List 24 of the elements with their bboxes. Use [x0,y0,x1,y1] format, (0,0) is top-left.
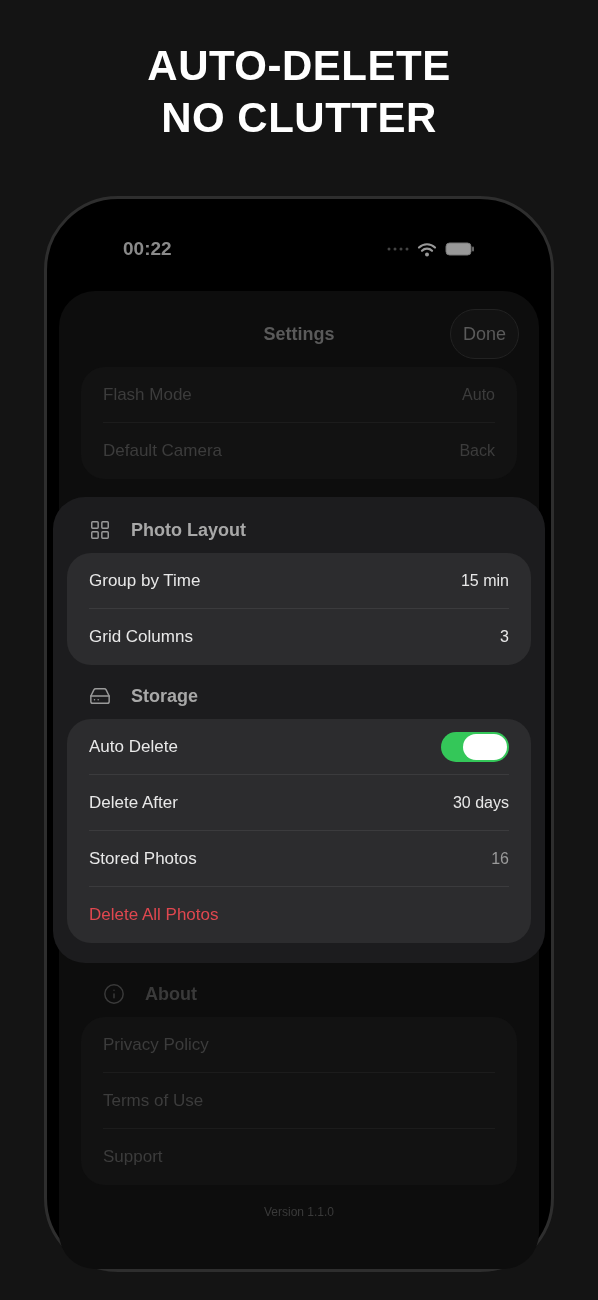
battery-icon [445,242,475,256]
done-button[interactable]: Done [449,309,519,359]
signal-icon [387,247,409,251]
wifi-icon [417,241,437,257]
setting-label[interactable]: Delete All Photos [89,902,219,928]
setting-label: Delete After [89,791,178,814]
setting-label: Group by Time [89,569,201,592]
setting-label: Auto Delete [89,735,178,758]
headline: AUTO-DELETE [147,41,451,91]
grid-icon [89,519,111,541]
section-title: Storage [131,684,199,708]
status-time: 00:22 [123,236,172,261]
setting-value: 3 [500,627,509,647]
headline: NO CLUTTER [161,93,437,143]
setting-label: Grid Columns [89,626,193,649]
setting-value: 30 days [452,792,509,813]
setting-value: 15 min [460,570,509,591]
drive-icon [89,685,111,707]
info-icon [103,983,125,1005]
setting-label: Stored Photos [89,847,197,870]
setting-value: 16 [491,848,509,869]
section-title: Photo Layout [131,518,246,542]
nav-title: Settings [263,322,335,346]
toggle-switch[interactable] [441,731,509,762]
